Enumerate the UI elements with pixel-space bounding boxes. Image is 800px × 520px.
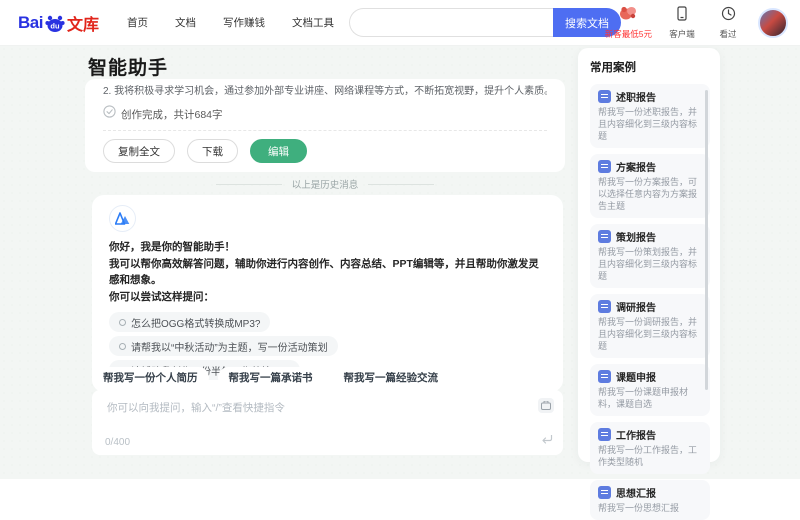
case-item-work-report[interactable]: 工作报告 帮我写一份工作报告，工作类型随机 [590, 422, 710, 474]
header-right-tools: 新客最低5元 客户端 看过 [605, 0, 788, 45]
user-avatar[interactable] [758, 7, 788, 38]
document-icon [598, 90, 611, 103]
enter-send-icon[interactable] [541, 431, 553, 449]
history-viewed-entry[interactable]: 看过 [712, 6, 744, 40]
case-item-proposal-report[interactable]: 方案报告 帮我写一份方案报告，可以选择任意内容为方案报告主题 [590, 154, 710, 218]
search-input[interactable] [349, 8, 553, 37]
client-label: 客户端 [669, 28, 695, 39]
document-icon [598, 160, 611, 173]
answer-tail-text: 2. 我将积极寻求学习机会，通过参加外部专业讲座、网络课程等方式，不断拓宽视野，… [103, 86, 547, 97]
case-item-research-report[interactable]: 调研报告 帮我写一份调研报告，并且内容细化到三级内容标题 [590, 294, 710, 358]
prompt-input[interactable] [105, 398, 529, 432]
quick-command-icon[interactable] [538, 398, 554, 413]
search-bar: 搜索文档 [349, 8, 621, 37]
bullet-circle-icon [119, 318, 126, 326]
viewed-label: 看过 [719, 28, 737, 39]
baidu-paw-icon: du [44, 12, 66, 34]
page-title: 智能助手 [88, 58, 169, 79]
download-button[interactable]: 下载 [187, 139, 238, 163]
case-title: 调研报告 [616, 303, 656, 314]
example-question-text: 请帮我以“中秋活动”为主题，写一份活动策划 [131, 342, 328, 354]
divider-line-left [215, 183, 282, 185]
quick-prompt-chips: 帮我写一份个人简历 帮我写一篇承诺书 帮我写一篇经验交流 [92, 367, 449, 388]
case-title: 课题申报 [616, 373, 656, 384]
case-list: 述职报告 帮我写一份述职报告，并且内容细化到三级内容标题 方案报告 帮我写一份方… [590, 84, 710, 520]
case-desc: 帮我写一份工作报告，工作类型随机 [598, 445, 698, 467]
case-item-project-application[interactable]: 课题申报 帮我写一份课题申报材料，课题自选 [590, 364, 710, 416]
case-desc: 帮我写一份策划报告，并且内容细化到三级内容标题 [598, 247, 698, 281]
assistant-try-label: 你可以尝试这样提问： [109, 290, 214, 303]
creation-status-text: 创作完成，共计684字 [121, 108, 223, 121]
nav-item-home[interactable]: 首页 [127, 15, 148, 30]
chip-experience-share[interactable]: 帮我写一篇经验交流 [332, 367, 449, 388]
char-counter: 0/400 [105, 437, 131, 448]
baidu-wenku-logo[interactable]: Bai du 文库 [18, 11, 99, 35]
example-question-1[interactable]: 怎么把OGG格式转换成MP3? [109, 312, 271, 332]
promo-entry[interactable]: 新客最低5元 [605, 5, 652, 40]
example-question-2[interactable]: 请帮我以“中秋活动”为主题，写一份活动策划 [109, 336, 338, 356]
document-icon [598, 428, 611, 441]
bullet-circle-icon [119, 342, 126, 350]
composer-card: 0/400 [92, 390, 563, 455]
nav-item-doc-tools[interactable]: 文档工具 [292, 15, 334, 30]
assistant-greeting: 你好，我是你的智能助手！ [109, 241, 235, 253]
assistant-avatar [109, 205, 136, 232]
nav-item-write-earn[interactable]: 写作赚钱 [223, 15, 265, 30]
chip-resume[interactable]: 帮我写一份个人简历 [92, 367, 209, 388]
copy-all-button[interactable]: 复制全文 [103, 139, 175, 163]
example-question-text: 怎么把OGG格式转换成MP3? [131, 318, 261, 330]
document-icon [598, 230, 611, 243]
assistant-intro: 我可以帮你高效解答问题，辅助你进行内容创作、内容总结、PPT编辑等，并且帮助你激… [109, 257, 539, 287]
case-title: 思想汇报 [616, 489, 656, 500]
answer-actions: 复制全文 下载 编辑 [103, 139, 547, 163]
case-title: 策划报告 [616, 233, 656, 244]
common-cases-title: 常用案例 [590, 62, 636, 74]
case-desc: 帮我写一份方案报告，可以选择任意内容为方案报告主题 [598, 177, 698, 211]
phone-icon [675, 5, 689, 26]
case-desc: 帮我写一份思想汇报 [598, 503, 680, 513]
case-item-planning-report[interactable]: 策划报告 帮我写一份策划报告，并且内容细化到三级内容标题 [590, 224, 710, 288]
edit-button[interactable]: 编辑 [250, 139, 307, 163]
divider-line-right [368, 183, 435, 185]
promo-icon [618, 5, 638, 26]
main-nav: 首页 文档 写作赚钱 文档工具 更多 [127, 15, 382, 30]
case-title: 工作报告 [616, 431, 656, 442]
document-icon [598, 300, 611, 313]
case-item-thought-report[interactable]: 思想汇报 帮我写一份思想汇报 [590, 480, 710, 520]
check-circle-icon [103, 105, 116, 123]
case-desc: 帮我写一份调研报告，并且内容细化到三级内容标题 [598, 317, 698, 351]
clock-icon [721, 6, 736, 26]
top-navbar: Bai du 文库 首页 文档 写作赚钱 文档工具 更多 搜索文档 [0, 0, 800, 46]
case-title: 述职报告 [616, 93, 656, 104]
logo-text-bai: Bai [18, 12, 43, 32]
client-app-entry[interactable]: 客户端 [666, 5, 698, 40]
common-cases-panel: 常用案例 述职报告 帮我写一份述职报告，并且内容细化到三级内容标题 方案报告 帮… [578, 48, 720, 520]
logo-text-wenku: 文库 [66, 16, 99, 34]
previous-answer-card: 2. 我将积极寻求学习机会，通过参加外部专业讲座、网络课程等方式，不断拓宽视野，… [85, 79, 565, 172]
case-title: 方案报告 [616, 163, 656, 174]
dashed-divider [103, 130, 547, 131]
assistant-message-bubble: 你好，我是你的智能助手！ 我可以帮你高效解答问题，辅助你进行内容创作、内容总结、… [92, 195, 563, 392]
case-item-shuzhi-report[interactable]: 述职报告 帮我写一份述职报告，并且内容细化到三级内容标题 [590, 84, 710, 148]
svg-text:du: du [50, 21, 60, 30]
history-divider-text: 以上是历史消息 [291, 180, 359, 191]
document-icon [598, 370, 611, 383]
document-icon [598, 486, 611, 499]
promo-label: 新客最低5元 [604, 29, 652, 39]
assistant-logo-icon [115, 212, 130, 225]
nav-item-docs[interactable]: 文档 [175, 15, 196, 30]
chip-commitment-letter[interactable]: 帮我写一篇承诺书 [217, 367, 324, 388]
creation-status-row: 创作完成，共计684字 [103, 105, 547, 123]
history-divider: 以上是历史消息 [85, 177, 565, 191]
case-desc: 帮我写一份课题申报材料，课题自选 [598, 387, 689, 409]
sidebar-scrollbar[interactable] [705, 90, 708, 390]
case-desc: 帮我写一份述职报告，并且内容细化到三级内容标题 [598, 107, 698, 141]
